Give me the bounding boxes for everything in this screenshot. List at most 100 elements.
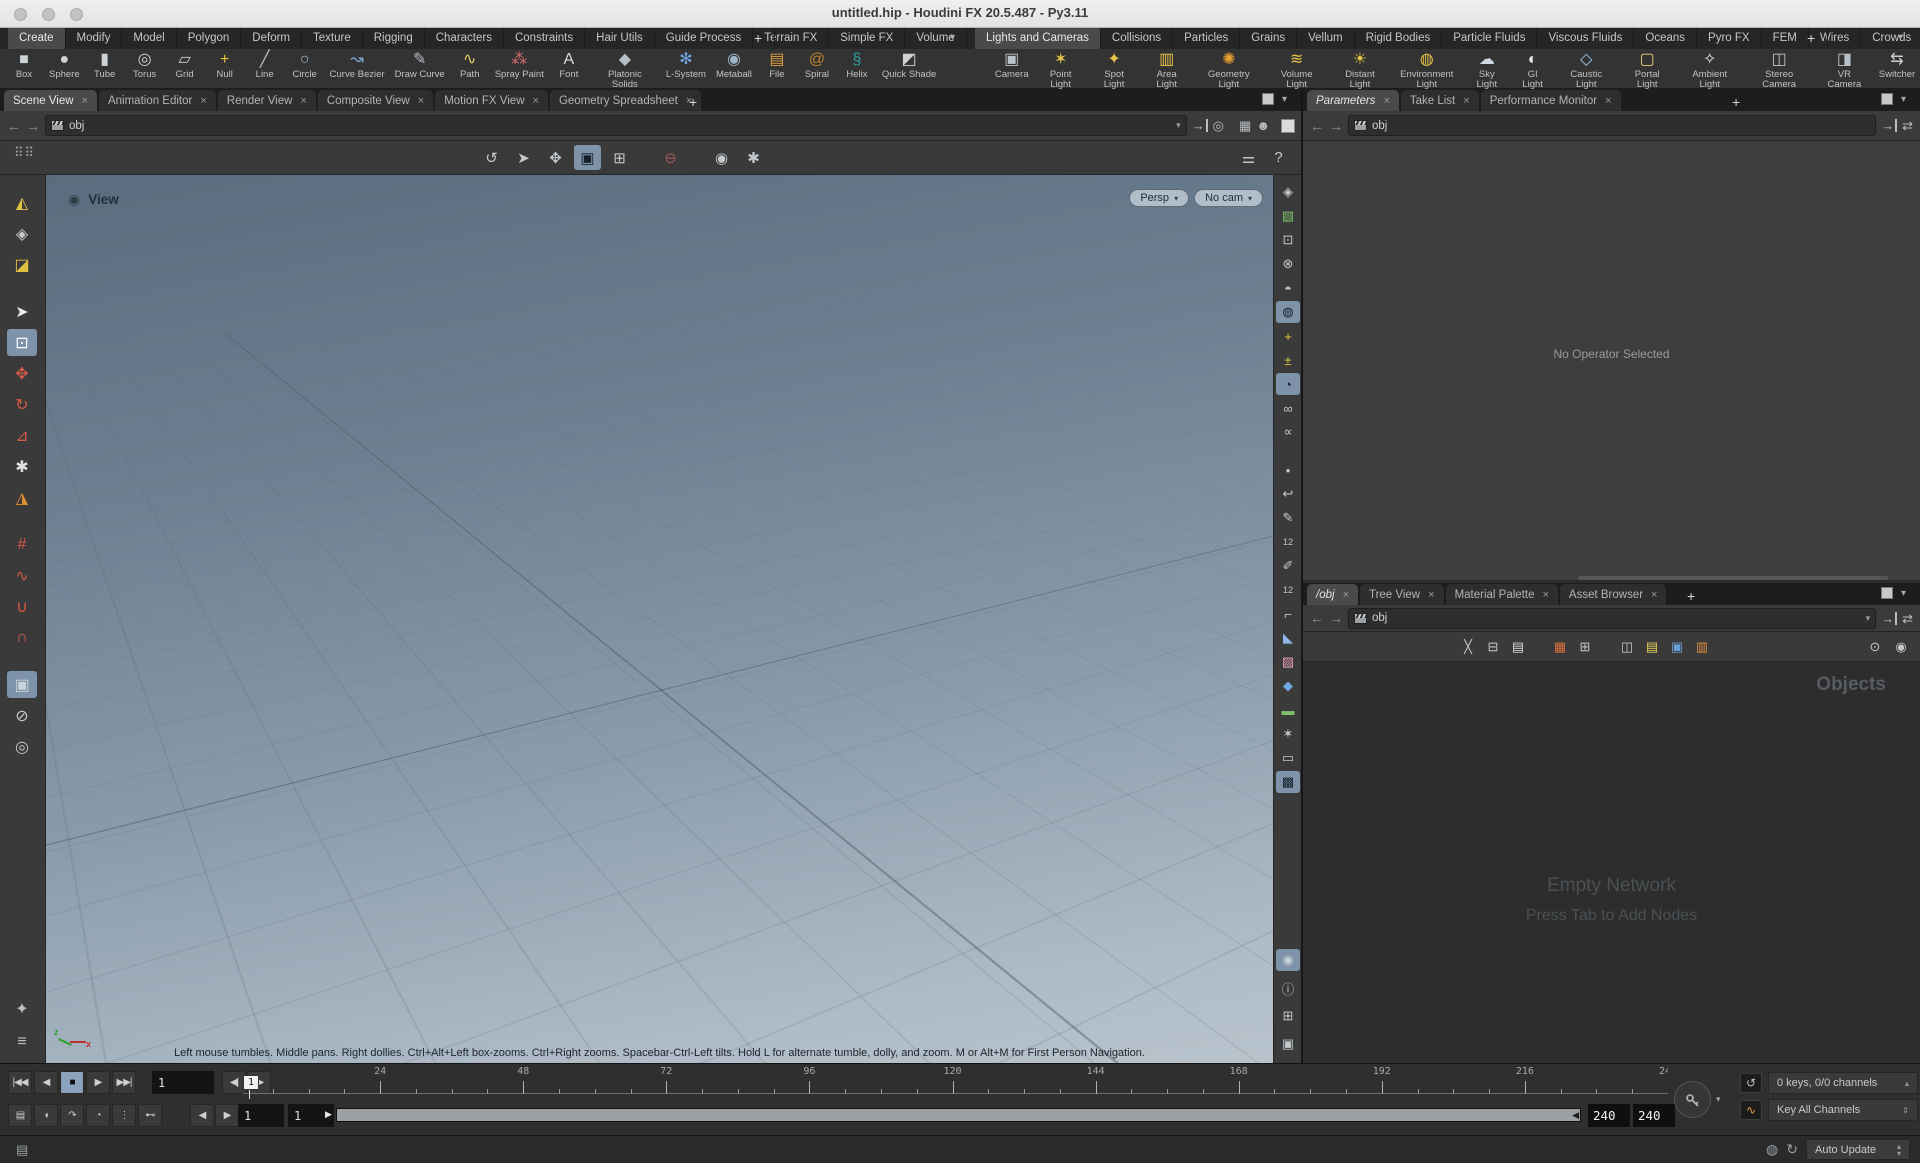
snapshot-camera[interactable]: ▣ (1276, 1033, 1300, 1055)
shelf-tab[interactable]: Constraints (504, 28, 586, 49)
display-options[interactable]: ≡ (7, 1028, 37, 1055)
shelf-tool-button[interactable]: ◎ Torus (125, 49, 165, 80)
pane-tab[interactable]: Scene View × (4, 90, 97, 111)
eye-icon[interactable]: ◉ (1890, 636, 1912, 658)
shelf-tab[interactable]: Rigging (363, 28, 425, 49)
box-select[interactable]: ⊞ (606, 145, 633, 170)
radial-menu-icon[interactable]: ◎ (1213, 119, 1224, 132)
shelf-tool-button[interactable]: ◐ GI Light (1511, 49, 1554, 89)
current-frame-field[interactable]: 1 (152, 1071, 214, 1094)
sticky-note-icon[interactable]: ▤ (1641, 636, 1663, 658)
select-mode-prims[interactable]: ◪ (7, 251, 37, 278)
shelf-tool-button[interactable]: A Font (549, 49, 589, 80)
shelf-tab[interactable]: Rigid Bodies (1355, 28, 1443, 49)
select-objects-mode[interactable]: ▣ (574, 145, 601, 170)
shelf-tab[interactable]: Particles (1173, 28, 1241, 49)
recook-icon[interactable]: ↻ (1786, 1141, 1798, 1158)
view-region[interactable]: ⊘ (7, 702, 37, 729)
network-path-combo[interactable]: obj ▾ (1348, 607, 1877, 629)
toolbox-icon[interactable]: ▥ (1691, 636, 1713, 658)
maximize-pane-icon[interactable] (1881, 93, 1893, 105)
flipbook-camera[interactable]: ▣ (7, 671, 37, 698)
scrub-options[interactable]: ⊷ (138, 1104, 162, 1127)
range-end-field[interactable]: 240 (1588, 1104, 1630, 1127)
display-textures[interactable]: ▨ (1276, 651, 1300, 673)
playhead-marker[interactable]: 1 (243, 1075, 259, 1099)
playback-range-slider[interactable]: ▶ ◀ (325, 1108, 1581, 1122)
pane-menu-icon[interactable]: ▾ (1901, 588, 1906, 599)
shelf-tab[interactable]: Guide Process (655, 28, 754, 49)
nav-forward-icon[interactable]: → (1329, 611, 1343, 625)
display-points[interactable]: • (1276, 459, 1300, 481)
cook-mode-icon[interactable]: ◍ (1766, 1141, 1778, 1158)
update-mode-select[interactable]: Auto Update ▴ ▾ (1806, 1139, 1910, 1160)
pane-tab[interactable]: Material Palette × (1445, 584, 1558, 605)
select-mode-points[interactable]: ◈ (7, 220, 37, 247)
go-to-end[interactable]: ▶▶| (112, 1071, 136, 1094)
shelf-tab[interactable]: Polygon (177, 28, 242, 49)
shelf-tab[interactable]: Pyro FX (1697, 28, 1762, 49)
close-tab-icon[interactable]: × (1463, 95, 1469, 107)
shelf-tool-button[interactable]: ▥ Area Light (1140, 49, 1193, 89)
shelf-tool-button[interactable]: ▣ Camera (990, 49, 1033, 80)
range-subend-field[interactable]: 240 (1633, 1104, 1675, 1127)
step-back[interactable]: ◀ (34, 1071, 58, 1094)
shelf-tool-button[interactable]: ✻ L-System (661, 49, 711, 80)
snap-options[interactable]: ∩ (7, 624, 37, 651)
background-image[interactable]: ▩ (1276, 771, 1300, 793)
add-shelf-tab-button[interactable]: + (742, 28, 776, 49)
pose-tool[interactable]: ✱ (7, 453, 37, 480)
palette-icon[interactable]: ▦ (1549, 636, 1571, 658)
frame-selected[interactable]: ▧ (1276, 205, 1300, 227)
snap-point[interactable]: ∪ (7, 593, 37, 620)
viewport-settings[interactable]: ✱ (740, 145, 767, 170)
layout-options-icon[interactable]: ⚌ (1235, 145, 1262, 170)
key-all-channels-field[interactable]: Key All Channels ⇕ (1768, 1099, 1918, 1121)
shelf-tab[interactable]: Viscous Fluids (1537, 28, 1635, 49)
display-prim-normals[interactable]: ✐ (1276, 555, 1300, 577)
list-icon[interactable]: ▤ (1507, 636, 1529, 658)
close-tab-icon[interactable]: × (82, 95, 88, 107)
shelf-tool-button[interactable]: ▱ Grid (165, 49, 205, 80)
pane-tab[interactable]: /obj × (1307, 584, 1358, 605)
path-dropdown-icon[interactable]: ▾ (1176, 120, 1181, 131)
shelf-tool-button[interactable]: ⇆ Switcher (1874, 49, 1920, 80)
image-icon[interactable]: ▣ (1666, 636, 1688, 658)
shelf-left-overflow-icon[interactable]: ▾ (950, 32, 955, 43)
close-tab-icon[interactable]: × (1383, 95, 1389, 107)
playback-mode[interactable]: ↷ (60, 1104, 84, 1127)
nav-back-icon[interactable]: ← (1310, 611, 1324, 625)
flipbook[interactable]: ◉ (708, 145, 735, 170)
shelf-tool-button[interactable]: ● Sphere (44, 49, 85, 80)
shelf-tool-button[interactable]: ◩ Quick Shade (877, 49, 941, 80)
pane-tab[interactable]: Performance Monitor × (1480, 90, 1621, 111)
rotate-tool[interactable]: ↻ (7, 391, 37, 418)
shelf-tool-button[interactable]: ▮ Tube (85, 49, 125, 80)
snapshot-icon[interactable]: ▦ (1239, 119, 1251, 132)
shelf-tool-button[interactable]: ✧ Ambient Light (1676, 49, 1743, 89)
pane-tab[interactable]: Animation Editor × (98, 90, 216, 111)
pane-tab[interactable]: Render View × (217, 90, 316, 111)
message-log-icon[interactable]: ▤ (16, 1142, 28, 1158)
add-pane-tab-button[interactable]: + (680, 91, 706, 112)
go-to-start[interactable]: |◀◀ (8, 1071, 32, 1094)
pin-icon[interactable]: → (1192, 119, 1208, 132)
channels-cycle-icon[interactable]: ↺ (1740, 1073, 1762, 1093)
shelf-tab[interactable]: Oceans (1634, 28, 1698, 49)
shelf-tool-button[interactable]: ✎ Draw Curve (390, 49, 450, 80)
stereo-view[interactable]: ∞ (1276, 397, 1300, 419)
shelf-tool-button[interactable]: + Null (205, 49, 245, 80)
stereo-pick[interactable]: ∝ (1276, 421, 1300, 443)
display-materials[interactable]: ◔ (1276, 373, 1300, 395)
display-info[interactable]: ⓘ (1276, 977, 1300, 999)
shelf-tab[interactable]: Particle Fluids (1442, 28, 1538, 49)
shelf-tab[interactable]: Grains (1240, 28, 1298, 49)
snap-grid[interactable]: # (7, 531, 37, 558)
hq-lighting-shadows[interactable]: ± (1276, 349, 1300, 371)
key-dropdown-icon[interactable]: ▾ (1716, 1094, 1721, 1105)
network-canvas[interactable]: Objects Empty Network Press Tab to Add N… (1303, 662, 1920, 1063)
stop[interactable]: ■ (60, 1071, 84, 1094)
set-key-button[interactable] (1674, 1081, 1711, 1118)
shelf-tab[interactable]: Simple FX (829, 28, 906, 49)
shelf-tool-button[interactable]: @ Spiral (797, 49, 837, 80)
